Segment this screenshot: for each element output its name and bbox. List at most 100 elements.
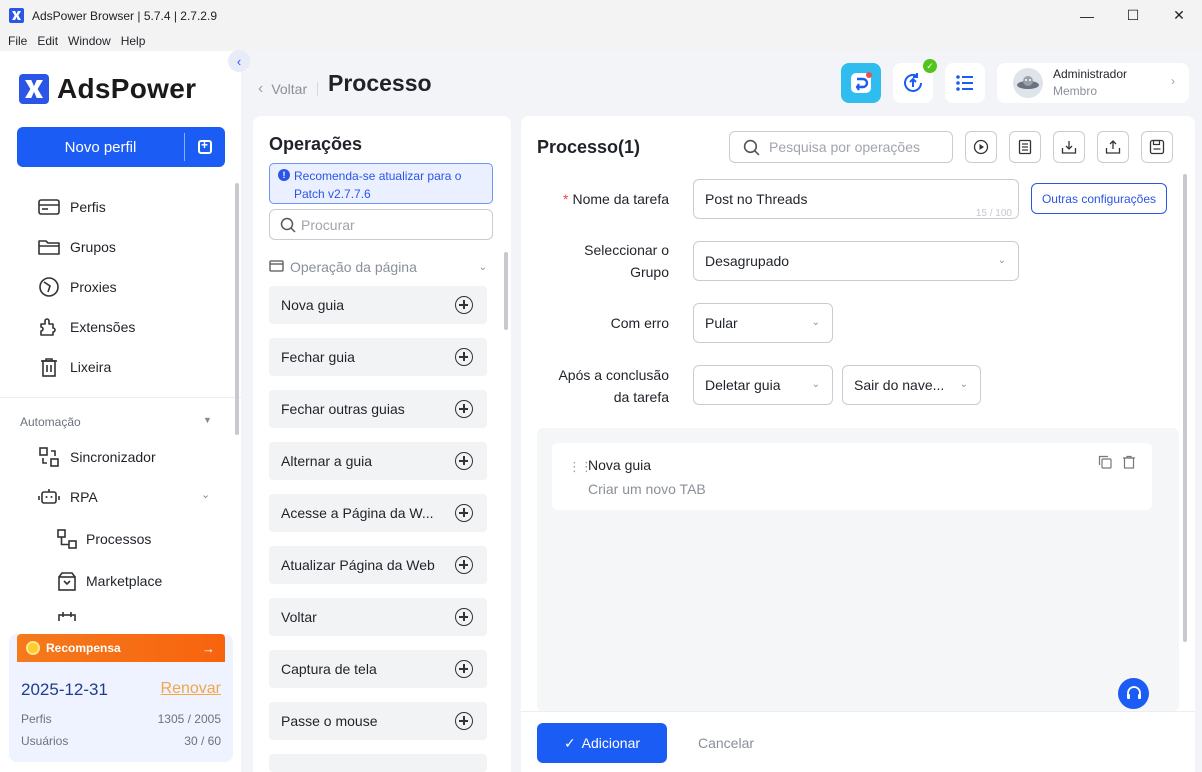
operations-scrollbar[interactable]: [504, 252, 508, 330]
delete-icon[interactable]: [1122, 455, 1136, 472]
cancel-button[interactable]: Cancelar: [698, 735, 754, 751]
operation-item[interactable]: Passe o mouse: [269, 702, 487, 740]
operations-search-input[interactable]: Procurar: [269, 209, 493, 240]
info-icon: !: [278, 169, 290, 181]
sidebar-item-partial[interactable]: [56, 611, 86, 621]
update-icon: [904, 73, 922, 92]
search-icon: [743, 139, 760, 159]
back-label: Voltar: [271, 81, 308, 97]
operation-item[interactable]: Nova guia: [269, 286, 487, 324]
sidebar-item-rpa[interactable]: RPA: [38, 485, 98, 509]
task-name-input[interactable]: Post no Threads 15 / 100: [693, 179, 1019, 219]
sidebar-item-lixeira[interactable]: Lixeira: [38, 355, 111, 379]
add-circle-icon[interactable]: [455, 556, 473, 574]
run-button[interactable]: [965, 131, 997, 163]
group-value: Desagrupado: [705, 253, 790, 269]
sidebar-item-label: RPA: [70, 489, 98, 505]
on-error-label: Com erro: [610, 315, 669, 331]
category-page-operations[interactable]: Operação da página ⌄: [269, 259, 487, 275]
add-circle-icon[interactable]: [455, 296, 473, 314]
close-button[interactable]: ✕: [1156, 0, 1202, 31]
users-usage-label: Usuários: [21, 734, 69, 748]
renew-link[interactable]: Renovar: [161, 680, 221, 698]
check-badge-icon: ✓: [923, 59, 937, 73]
new-profile-label[interactable]: Novo perfil: [17, 127, 184, 167]
sidebar-item-processos[interactable]: Processos: [56, 527, 151, 551]
add-button-label: Adicionar: [581, 735, 641, 751]
add-circle-icon[interactable]: [455, 712, 473, 730]
add-circle-icon[interactable]: [455, 504, 473, 522]
upload-icon: [1105, 140, 1121, 154]
user-menu[interactable]: Administrador Membro ›: [997, 63, 1189, 103]
operation-item[interactable]: Captura de tela: [269, 650, 487, 688]
sidebar-item-proxies[interactable]: Proxies: [38, 275, 117, 299]
maximize-button[interactable]: ☐: [1110, 0, 1156, 31]
process-step-card[interactable]: ⋮⋮ Nova guia Criar um novo TAB: [552, 443, 1152, 510]
window-title: AdsPower Browser | 5.7.4 | 2.7.2.9: [32, 8, 217, 23]
puzzle-icon: [38, 316, 60, 338]
update-button[interactable]: ✓: [893, 59, 937, 103]
add-button[interactable]: ✓ Adicionar: [537, 723, 667, 763]
list-icon: [956, 75, 973, 91]
log-button[interactable]: [1009, 131, 1041, 163]
menu-file[interactable]: File: [8, 34, 27, 48]
add-circle-icon[interactable]: [455, 400, 473, 418]
sidebar-item-extensoes[interactable]: Extensões: [38, 315, 135, 339]
sidebar-item-marketplace[interactable]: Marketplace: [56, 569, 162, 593]
operation-item[interactable]: Alternar a guia: [269, 442, 487, 480]
reward-header[interactable]: Recompensa →: [17, 634, 225, 662]
operation-item-partial[interactable]: [269, 754, 487, 772]
process-scrollbar[interactable]: [1183, 174, 1187, 642]
copy-icon[interactable]: [1098, 455, 1112, 472]
search-placeholder: Pesquisa por operações: [769, 139, 920, 155]
operation-item[interactable]: Fechar outras guias: [269, 390, 487, 428]
after-completion-browser-select[interactable]: Sair do nave... ⌄: [842, 365, 981, 405]
operation-item[interactable]: Atualizar Página da Web: [269, 546, 487, 584]
save-button[interactable]: [1141, 131, 1173, 163]
automation-section-label[interactable]: Automação: [20, 415, 81, 429]
add-circle-icon[interactable]: [455, 452, 473, 470]
add-circle-icon[interactable]: [455, 348, 473, 366]
process-canvas[interactable]: ⋮⋮ Nova guia Criar um novo TAB: [537, 428, 1179, 712]
operations-search-field[interactable]: Pesquisa por operações: [729, 131, 953, 163]
collapse-sidebar-button[interactable]: ‹: [228, 50, 250, 72]
new-profile-button[interactable]: Novo perfil: [17, 127, 225, 167]
support-button[interactable]: [1118, 678, 1149, 709]
chevron-down-icon: ⌄: [811, 379, 820, 390]
sidebar-item-grupos[interactable]: Grupos: [38, 235, 116, 259]
update-notice[interactable]: ! Recomenda-se atualizar para o Patch v2…: [269, 163, 493, 204]
arrow-right-icon[interactable]: →: [202, 641, 215, 656]
after-completion-label: Após a conclusão da tarefa: [558, 367, 669, 405]
operation-item[interactable]: Fechar guia: [269, 338, 487, 376]
task-list-button[interactable]: [945, 63, 985, 103]
export-button[interactable]: [1097, 131, 1129, 163]
other-settings-button[interactable]: Outras configurações: [1031, 183, 1167, 214]
notice-text: Recomenda-se atualizar para o Patch v2.7…: [294, 169, 462, 201]
import-button[interactable]: [1053, 131, 1085, 163]
menu-window[interactable]: Window: [68, 34, 111, 48]
operation-item[interactable]: Voltar: [269, 598, 487, 636]
sidebar-item-perfis[interactable]: Perfis: [38, 195, 106, 219]
add-circle-icon[interactable]: [455, 608, 473, 626]
menu-edit[interactable]: Edit: [37, 34, 58, 48]
minimize-button[interactable]: —: [1064, 0, 1110, 31]
back-link[interactable]: ‹ Voltar: [258, 80, 319, 98]
operation-label: Nova guia: [281, 297, 345, 313]
triangle-down-icon[interactable]: ▼: [203, 415, 212, 425]
sidebar-item-sincronizador[interactable]: Sincronizador: [38, 445, 156, 469]
page-icon: [269, 259, 284, 275]
announcement-button[interactable]: [841, 63, 881, 103]
chevron-down-icon[interactable]: ⌄: [201, 488, 210, 501]
after-completion-tab-select[interactable]: Deletar guia ⌄: [693, 365, 833, 405]
sidebar: AdsPower Novo perfil Perfis Grupos Proxi…: [0, 51, 241, 772]
operation-item[interactable]: Acesse a Página da W...: [269, 494, 487, 532]
announcement-icon: [851, 72, 872, 93]
sidebar-scrollbar[interactable]: [235, 183, 239, 435]
task-name-label: * Nome da tarefa: [563, 191, 669, 207]
menu-help[interactable]: Help: [121, 34, 146, 48]
batch-add-icon[interactable]: [185, 127, 225, 167]
group-select[interactable]: Desagrupado ⌄: [693, 241, 1019, 281]
on-error-select[interactable]: Pular ⌄: [693, 303, 833, 343]
add-circle-icon[interactable]: [455, 660, 473, 678]
chevron-down-icon: ⌄: [811, 317, 820, 328]
